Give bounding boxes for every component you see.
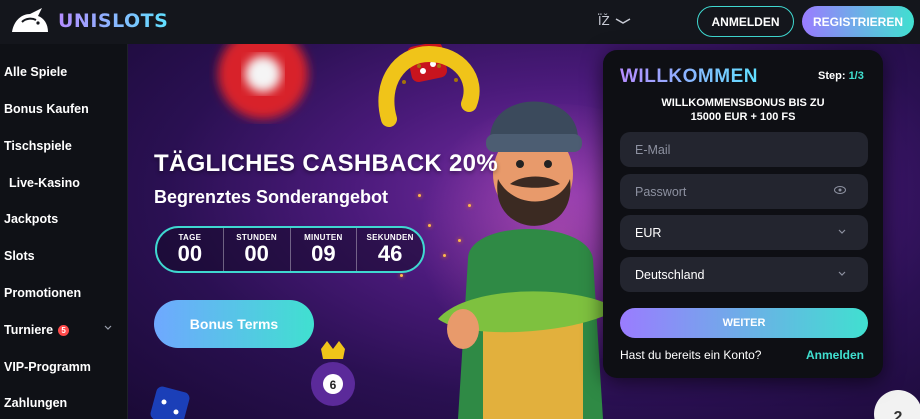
sidebar-item-label: Live-Kasino [9, 176, 80, 190]
currency-select[interactable]: EUR [620, 215, 868, 250]
sidebar-item-bonus-buy[interactable]: Bonus Kaufen [0, 95, 128, 123]
billiard-ball-decoration: 6 [311, 341, 355, 406]
chevron-down-icon [838, 229, 846, 234]
sidebar: Alle Spiele Bonus Kaufen Tischspiele Liv… [0, 44, 128, 419]
page-root: 6 2 TÄGLICHES CASHBACK 20% Begrenztes So… [0, 0, 920, 419]
countdown-value: 00 [177, 241, 203, 266]
logo[interactable]: UNISLOTS [8, 6, 168, 36]
countdown-value: 09 [311, 241, 336, 266]
countdown-timer: TAGE 00 STUNDEN 00 MINUTEN 09 SEKUNDEN 4… [155, 226, 425, 273]
chevron-down-icon [615, 18, 631, 24]
chevron-down-icon[interactable] [104, 325, 112, 331]
sidebar-item-jackpots[interactable]: Jackpots [0, 205, 128, 233]
sidebar-item-label: Tischspiele [4, 139, 72, 153]
sparkle [443, 254, 446, 257]
step-value: 1/3 [848, 70, 864, 82]
logo-text: UNISLOTS [58, 10, 169, 32]
sidebar-item-label: Promotionen [4, 286, 82, 300]
sidebar-item-label: Bonus Kaufen [4, 102, 89, 116]
sparkle [400, 274, 403, 277]
language-selector[interactable]: ÏŽ [598, 14, 632, 28]
countdown-minutes: MINUTEN 09 [291, 228, 358, 271]
countdown-seconds: SEKUNDEN 46 [357, 228, 423, 271]
password-field[interactable]: Passwort [620, 174, 868, 209]
sidebar-item-vip[interactable]: VIP-Programm [0, 353, 128, 381]
welcome-bonus-line2: 15000 EUR + 100 FS [690, 111, 796, 123]
sidebar-item-payments[interactable]: Zahlungen [0, 389, 128, 417]
tournaments-count-badge: 5 [58, 324, 70, 336]
sparkle [468, 204, 471, 207]
sidebar-item-label: Zahlungen [4, 396, 68, 410]
blue-dice-decoration [150, 386, 190, 419]
register-button[interactable]: REGISTRIEREN [802, 6, 914, 37]
top-header: UNISLOTS ÏŽ ANMELDEN REGISTRIEREN [0, 0, 920, 44]
signup-step: Step: 1/3 [818, 70, 864, 82]
sidebar-item-promotions[interactable]: Promotionen [0, 279, 128, 307]
unicorn-logo-icon [12, 8, 48, 32]
sidebar-item-all-games[interactable]: Alle Spiele [0, 58, 128, 86]
language-label: ÏŽ [598, 14, 610, 28]
email-field[interactable]: E-Mail [620, 132, 868, 167]
signup-panel: WILLKOMMEN Step: 1/3 WILLKOMMENSBONUS BI… [603, 50, 883, 378]
svg-text:2: 2 [894, 409, 903, 419]
fisherman-character [438, 101, 628, 419]
svg-text:6: 6 [330, 378, 337, 392]
countdown-hours: STUNDEN 00 [224, 228, 291, 271]
chevron-down-icon [838, 271, 846, 276]
sparkle [428, 224, 431, 227]
sparkle [418, 194, 421, 197]
countdown-days: TAGE 00 [157, 228, 224, 271]
red-ball-decoration [218, 44, 308, 119]
ball-2-decoration: 2 [874, 390, 920, 419]
countdown-value: 46 [377, 241, 403, 266]
step-label: Step: [818, 70, 846, 82]
sidebar-item-label: Jackpots [4, 212, 59, 226]
sidebar-item-label: Slots [4, 249, 35, 263]
currency-value: EUR [635, 225, 662, 240]
sidebar-item-label: Alle Spiele [4, 65, 68, 79]
welcome-bonus-line1: WILLKOMMENSBONUS BIS ZU [661, 97, 825, 109]
countdown-value: 00 [244, 241, 269, 266]
sidebar-item-table-games[interactable]: Tischspiele [0, 132, 128, 160]
continue-button[interactable]: WEITER [620, 308, 868, 338]
login-link[interactable]: Anmelden [806, 348, 864, 362]
bonus-terms-button[interactable]: Bonus Terms [154, 300, 314, 348]
have-account-text: Hast du bereits ein Konto? [620, 348, 762, 362]
email-placeholder: E-Mail [635, 142, 671, 157]
hero-subtitle: Begrenztes Sonderangebot [154, 187, 389, 207]
sparkle [458, 239, 461, 242]
sidebar-item-label: Turniere [4, 323, 54, 337]
sidebar-item-live-casino[interactable]: Live-Kasino [0, 169, 128, 197]
password-placeholder: Passwort [635, 184, 687, 199]
eye-icon[interactable] [834, 185, 846, 195]
sidebar-item-label: VIP-Programm [4, 360, 91, 374]
country-value: Deutschland [635, 267, 705, 282]
country-select[interactable]: Deutschland [620, 257, 868, 292]
hero-title: TÄGLICHES CASHBACK 20% [154, 150, 498, 177]
sidebar-item-tournaments[interactable]: Turniere 5 [0, 316, 128, 344]
login-button[interactable]: ANMELDEN [697, 6, 794, 37]
welcome-bonus-text: WILLKOMMENSBONUS BIS ZU 15000 EUR + 100 … [603, 96, 883, 124]
signup-title: WILLKOMMEN [620, 66, 758, 87]
sidebar-item-slots[interactable]: Slots [0, 242, 128, 270]
